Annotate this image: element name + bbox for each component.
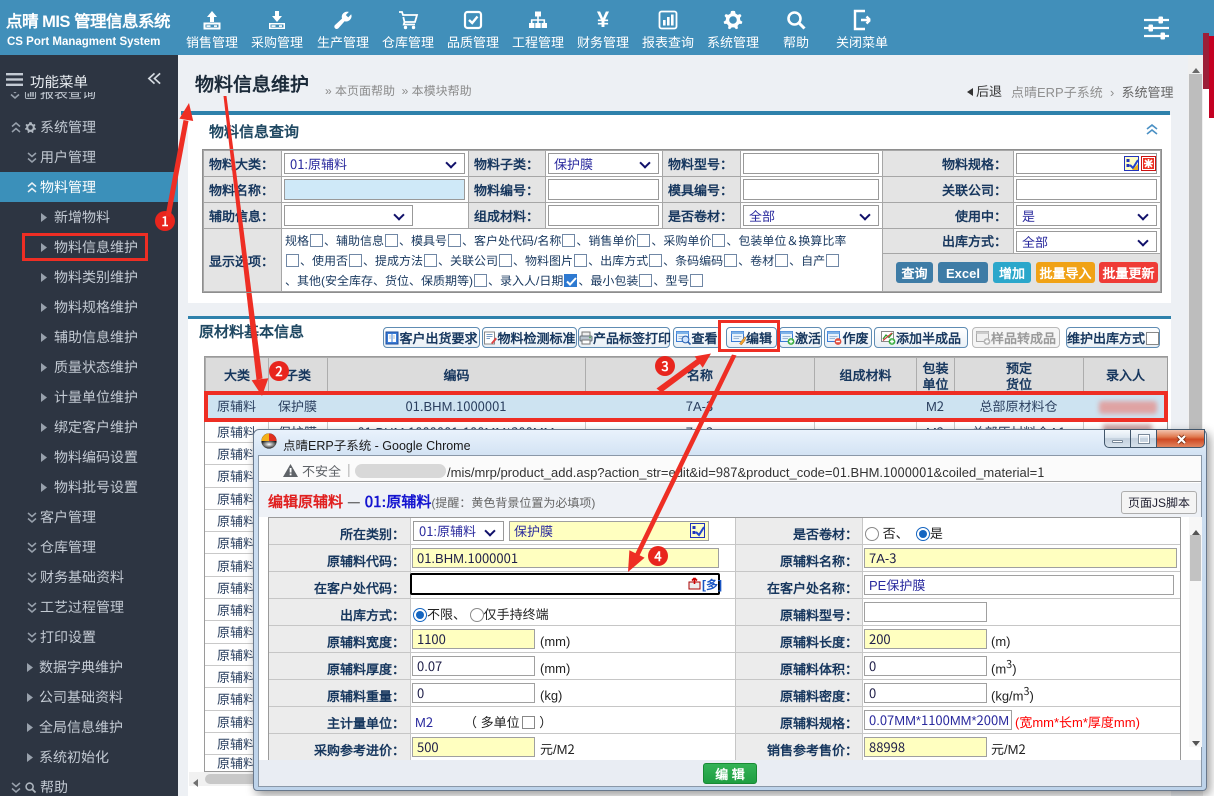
svg-text:¥: ¥ bbox=[597, 9, 610, 31]
